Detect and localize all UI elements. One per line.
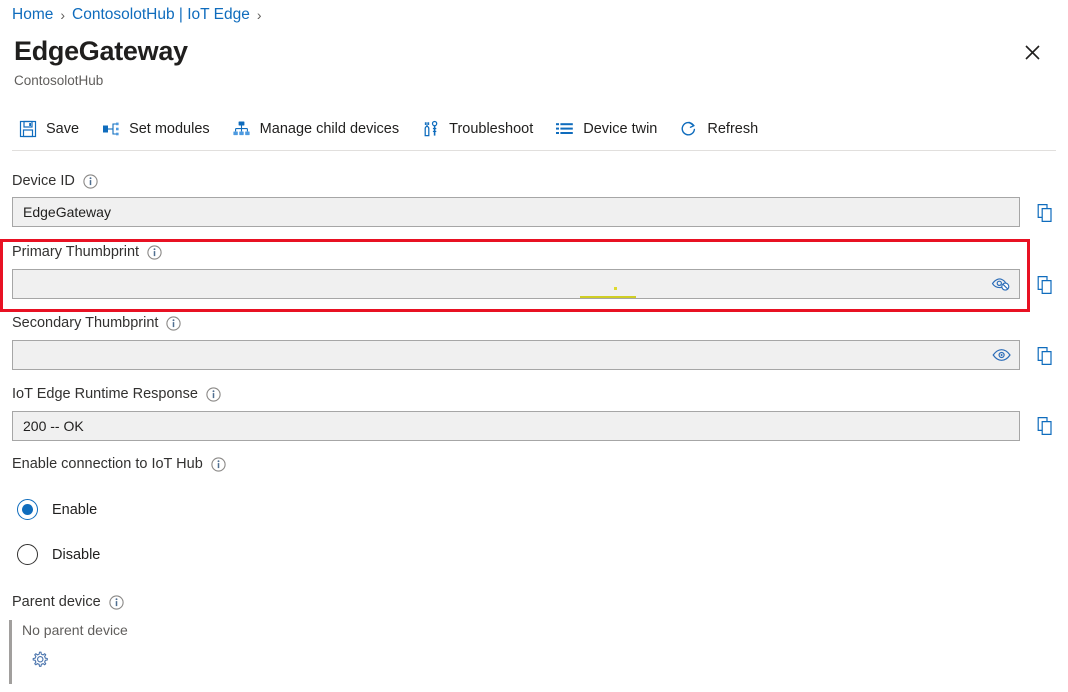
breadcrumb-trailing-separator-icon: › [257, 2, 262, 28]
secondary-thumbprint-label-row: Secondary Thumbprint [12, 315, 181, 331]
breadcrumb: Home › ContosolotHub | IoT Edge › [12, 2, 262, 28]
device-twin-button[interactable]: Device twin [549, 116, 667, 143]
runtime-response-value: 200 -- OK [23, 418, 1013, 434]
runtime-response-label-row: IoT Edge Runtime Response [12, 386, 221, 402]
parent-device-label-row: Parent device [12, 594, 124, 610]
refresh-label: Refresh [707, 121, 758, 137]
radio-enable[interactable]: Enable [17, 499, 97, 520]
secondary-thumbprint-label: Secondary Thumbprint [12, 315, 158, 331]
radio-selected-dot [22, 504, 33, 515]
parent-device-label: Parent device [12, 594, 101, 610]
info-icon[interactable] [211, 457, 226, 472]
info-icon[interactable] [83, 174, 98, 189]
runtime-response-copy-button[interactable] [1032, 413, 1058, 439]
eye-show-icon[interactable] [989, 344, 1013, 366]
annotation-mark [580, 296, 636, 298]
radio-disable-label: Disable [52, 547, 100, 563]
device-id-label-row: Device ID [12, 173, 98, 189]
secondary-thumbprint-input[interactable] [12, 340, 1020, 370]
troubleshoot-button[interactable]: Troubleshoot [415, 116, 543, 143]
manage-child-devices-button[interactable]: Manage child devices [226, 116, 409, 143]
info-icon[interactable] [147, 245, 162, 260]
save-label: Save [46, 121, 79, 137]
radio-disable[interactable]: Disable [17, 544, 100, 565]
iot-edge-device-page: Home › ContosolotHub | IoT Edge › EdgeGa… [0, 0, 1068, 692]
info-icon[interactable] [206, 387, 221, 402]
refresh-button[interactable]: Refresh [673, 116, 768, 143]
command-bar: Save Set modules [12, 112, 774, 146]
info-icon[interactable] [166, 316, 181, 331]
runtime-response-label: IoT Edge Runtime Response [12, 386, 198, 402]
save-icon [18, 120, 37, 139]
enable-connection-label: Enable connection to IoT Hub [12, 456, 203, 472]
device-id-input[interactable]: EdgeGateway [12, 197, 1020, 227]
primary-thumbprint-copy-button[interactable] [1032, 272, 1058, 298]
primary-thumbprint-input[interactable] [12, 269, 1020, 299]
page-subtitle: ContosolotHub [14, 73, 103, 88]
hierarchy-icon [232, 120, 251, 139]
manage-child-devices-label: Manage child devices [260, 121, 399, 137]
device-id-value: EdgeGateway [23, 204, 1013, 220]
device-twin-label: Device twin [583, 121, 657, 137]
radio-enable-indicator[interactable] [17, 499, 38, 520]
refresh-icon [679, 120, 698, 139]
save-button[interactable]: Save [12, 116, 89, 143]
tools-icon [421, 120, 440, 139]
parent-device-accent-bar [9, 620, 12, 684]
primary-thumbprint-label: Primary Thumbprint [12, 244, 139, 260]
close-icon[interactable] [1018, 38, 1046, 66]
runtime-response-input[interactable]: 200 -- OK [12, 411, 1020, 441]
set-modules-button[interactable]: Set modules [95, 116, 220, 143]
device-id-label: Device ID [12, 173, 75, 189]
info-icon[interactable] [109, 595, 124, 610]
set-modules-icon [101, 120, 120, 139]
secondary-thumbprint-copy-button[interactable] [1032, 343, 1058, 369]
breadcrumb-item-iot-edge[interactable]: ContosolotHub | IoT Edge [72, 2, 250, 28]
troubleshoot-label: Troubleshoot [449, 121, 533, 137]
list-icon [555, 120, 574, 139]
breadcrumb-separator-icon: › [60, 2, 65, 28]
page-title: EdgeGateway [14, 36, 188, 67]
command-bar-divider [12, 150, 1056, 151]
radio-enable-label: Enable [52, 502, 97, 518]
parent-device-value: No parent device [22, 622, 128, 638]
breadcrumb-item-home[interactable]: Home [12, 2, 53, 28]
radio-disable-indicator[interactable] [17, 544, 38, 565]
annotation-dot [614, 287, 617, 290]
device-id-copy-button[interactable] [1032, 200, 1058, 226]
primary-thumbprint-label-row: Primary Thumbprint [12, 244, 162, 260]
gear-icon[interactable] [26, 647, 52, 673]
enable-connection-label-row: Enable connection to IoT Hub [12, 456, 226, 472]
eye-hide-icon[interactable] [989, 273, 1013, 295]
set-modules-label: Set modules [129, 121, 210, 137]
